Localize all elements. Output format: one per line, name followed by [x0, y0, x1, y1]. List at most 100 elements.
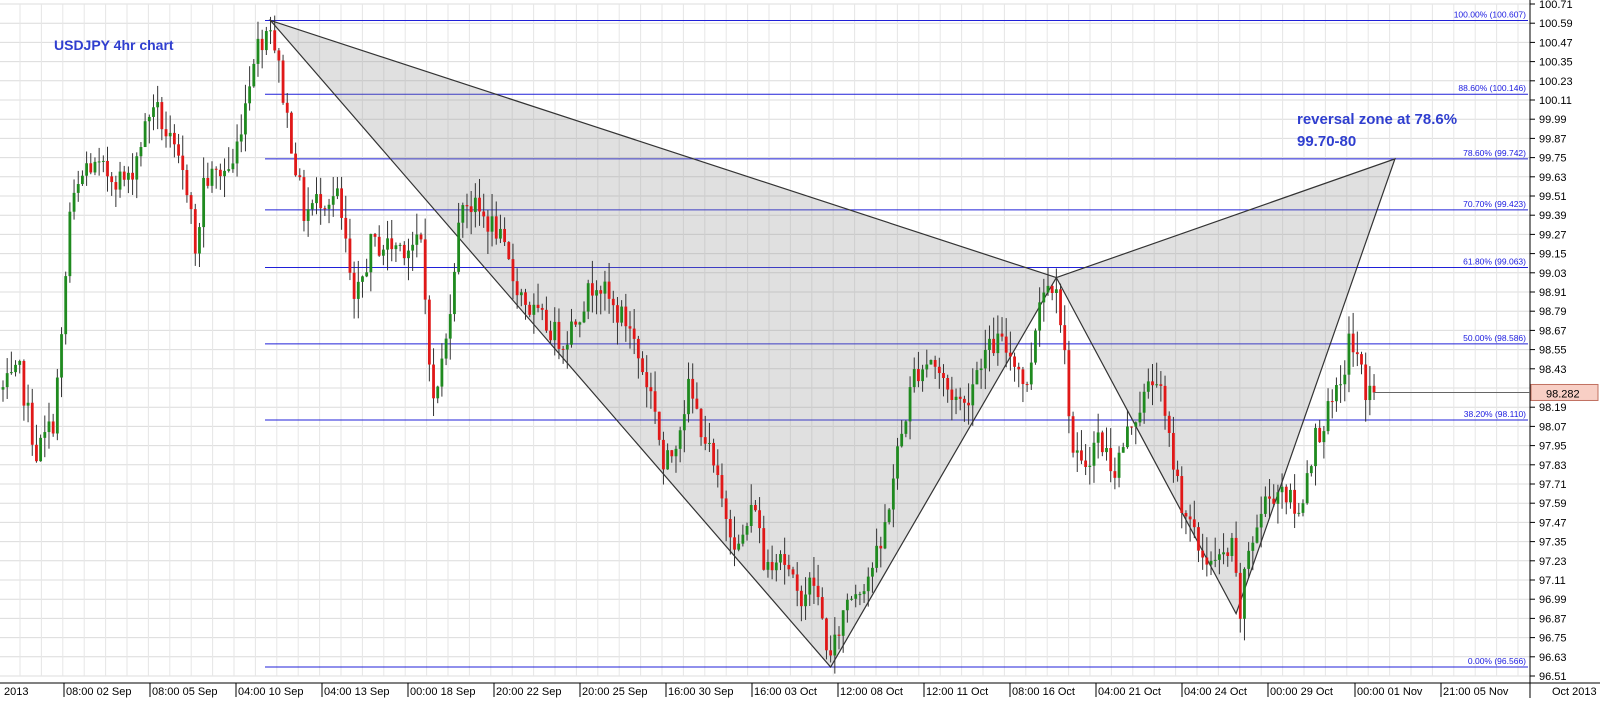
candle-body — [365, 272, 369, 277]
candle-body — [1155, 384, 1159, 386]
candle-body — [1084, 460, 1088, 467]
candle-body — [1176, 469, 1179, 477]
candle-body — [47, 421, 51, 433]
candle-body — [611, 298, 615, 306]
fib-label: 70.70% (99.423) — [1463, 199, 1526, 209]
candle-body — [373, 233, 377, 237]
candle-body — [992, 338, 996, 354]
candle-body — [298, 175, 302, 178]
candle-body — [369, 233, 373, 273]
candle-body — [971, 384, 975, 406]
candle-body — [231, 163, 235, 170]
candle-body — [503, 228, 506, 243]
y-tick-label: 99.87 — [1539, 133, 1567, 145]
candle-body — [670, 450, 674, 457]
candle-body — [1088, 465, 1092, 467]
candle-body — [252, 63, 256, 87]
candle-body — [457, 222, 461, 272]
candle-body — [202, 177, 206, 228]
candle-body — [164, 129, 168, 137]
candle-body — [440, 358, 444, 387]
y-tick-label: 98.67 — [1539, 325, 1567, 337]
candle-body — [39, 437, 43, 462]
candle-body — [407, 250, 410, 259]
y-tick-label: 97.95 — [1539, 441, 1567, 453]
candle-body — [152, 107, 155, 117]
candle-body — [1309, 466, 1313, 474]
candle-body — [76, 184, 80, 193]
candle-body — [561, 348, 565, 350]
y-tick-label: 100.59 — [1539, 18, 1573, 30]
candle-body — [620, 306, 624, 323]
candle-body — [244, 103, 247, 135]
candle-body — [641, 358, 644, 373]
candle-body — [394, 245, 398, 250]
candle-body — [1054, 289, 1058, 293]
candle-body — [1205, 557, 1209, 565]
candle-body — [925, 364, 929, 370]
candle-body — [662, 439, 665, 470]
y-tick-label: 99.27 — [1539, 229, 1567, 241]
candle-body — [833, 634, 837, 656]
candle-body — [590, 283, 594, 296]
candle-body — [816, 585, 820, 598]
candle-body — [712, 442, 715, 466]
x-tick-label: 00:00 01 Nov — [1357, 686, 1423, 698]
fib-label: 38.20% (98.110) — [1464, 409, 1526, 419]
candle-body — [1368, 385, 1372, 401]
candle-body — [1347, 333, 1351, 375]
candle-body — [260, 38, 264, 51]
y-tick-label: 100.11 — [1539, 95, 1572, 107]
x-tick-label: 04:00 13 Sep — [324, 686, 389, 698]
candle-body — [89, 163, 93, 173]
candle-body — [1251, 542, 1255, 551]
candle-body — [135, 156, 139, 180]
candle-body — [1247, 550, 1251, 569]
candle-body — [1184, 512, 1188, 517]
candle-body — [277, 50, 281, 61]
candle-body — [837, 634, 841, 636]
candle-body — [728, 518, 732, 538]
candle-body — [494, 216, 498, 239]
candle-body — [553, 321, 557, 341]
candle-body — [281, 60, 285, 103]
x-tick-label: 16:00 30 Sep — [668, 686, 733, 698]
annotation-line-1: reversal zone at 78.6% — [1297, 111, 1457, 128]
candle-body — [1092, 442, 1096, 466]
candle-body — [398, 244, 402, 246]
candle-body — [139, 147, 143, 157]
candle-body — [795, 574, 799, 591]
candle-body — [574, 321, 578, 325]
candle-body — [682, 414, 686, 431]
y-tick-label: 97.11 — [1539, 575, 1566, 587]
fib-label: 100.00% (100.607) — [1454, 9, 1526, 19]
candle-body — [1343, 374, 1347, 385]
candle-body — [854, 594, 858, 599]
candle-body — [310, 203, 314, 210]
candle-body — [331, 196, 335, 205]
candle-body — [306, 209, 310, 221]
candle-body — [1263, 496, 1267, 514]
candle-body — [549, 330, 552, 341]
candle-body — [1335, 385, 1338, 402]
candle-body — [545, 309, 548, 331]
candle-body — [1151, 381, 1154, 386]
candle-body — [825, 618, 828, 651]
candle-body — [582, 311, 586, 323]
candle-body — [1029, 362, 1033, 385]
candle-body — [532, 304, 536, 315]
candle-body — [131, 172, 134, 180]
candle-body — [649, 387, 653, 392]
candle-body — [218, 169, 222, 177]
candle-body — [461, 205, 465, 223]
candle-body — [737, 543, 741, 550]
y-tick-label: 100.23 — [1539, 76, 1573, 88]
candle-body — [799, 590, 803, 607]
candle-body — [35, 444, 38, 462]
candle-body — [812, 577, 816, 586]
candle-body — [720, 475, 724, 499]
candle-body — [336, 188, 339, 197]
candle-body — [908, 387, 912, 422]
x-tick-label: 12:00 11 Oct — [926, 686, 988, 698]
candle-body — [1063, 325, 1067, 351]
